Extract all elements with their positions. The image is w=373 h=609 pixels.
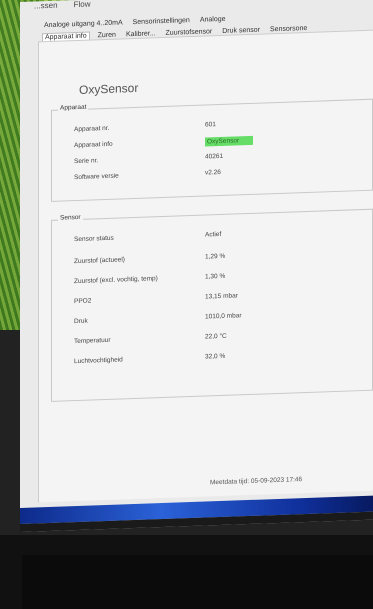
- tab-analog[interactable]: Analoge: [198, 15, 228, 23]
- row-label: Apparaat nr.: [74, 124, 110, 134]
- group-apparaat: Apparaat Apparaat nr. 601 Apparaat info …: [51, 98, 373, 202]
- row-label: Sensor status: [74, 234, 114, 244]
- app-window: ...ssen Flow Analoge uitgang 4..20mA Sen…: [20, 0, 373, 532]
- row-value: Actief: [205, 230, 222, 239]
- row-label: Apparaat info: [74, 140, 113, 150]
- row-value: 13,15 mbar: [205, 292, 238, 301]
- menu-item-sensors[interactable]: ...ssen: [34, 1, 58, 14]
- row-value: 601: [205, 121, 216, 129]
- row-humidity: Luchtvochtigheid 32,0 %: [52, 346, 372, 371]
- row-label: Serie nr.: [74, 157, 99, 166]
- row-label: Software versie: [74, 172, 119, 182]
- row-value: 1010,0 mbar: [205, 312, 242, 321]
- device-info-panel: OxySensor Apparaat Apparaat nr. 601 Appa…: [38, 29, 373, 503]
- row-label: Zuurstof (actueel): [74, 256, 125, 266]
- group-sensor: Sensor Sensor status Actief Zuurstof (ac…: [51, 208, 373, 402]
- laptop-keyboard-area: [22, 555, 373, 609]
- page-title: OxySensor: [79, 80, 139, 97]
- row-label: Luchtvochtigheid: [74, 356, 123, 366]
- group-label-sensor: Sensor: [58, 213, 83, 222]
- row-value: 1,29 %: [205, 252, 226, 261]
- device-info-value-highlighted: OxySensor: [205, 135, 254, 147]
- row-sensor-status: Sensor status Actief: [52, 224, 372, 249]
- row-value: v2.26: [205, 168, 221, 177]
- row-label: Druk: [74, 317, 88, 326]
- row-value: 1,30 %: [205, 272, 226, 281]
- menu-item-flow[interactable]: Flow: [74, 0, 91, 12]
- row-label: PPO2: [74, 297, 92, 306]
- row-value: 40261: [205, 152, 224, 161]
- row-value: 22,0 °C: [205, 332, 227, 341]
- row-label: Zuurstof (excl. vochtig, temp): [74, 275, 158, 286]
- group-label-apparaat: Apparaat: [58, 103, 89, 112]
- tab-sensor-settings[interactable]: Sensorinstellingen: [131, 16, 192, 26]
- row-value: 32,0 %: [205, 352, 226, 361]
- tab-analog-output[interactable]: Analoge uitgang 4..20mA: [42, 19, 125, 29]
- row-label: Temperatuur: [74, 336, 111, 346]
